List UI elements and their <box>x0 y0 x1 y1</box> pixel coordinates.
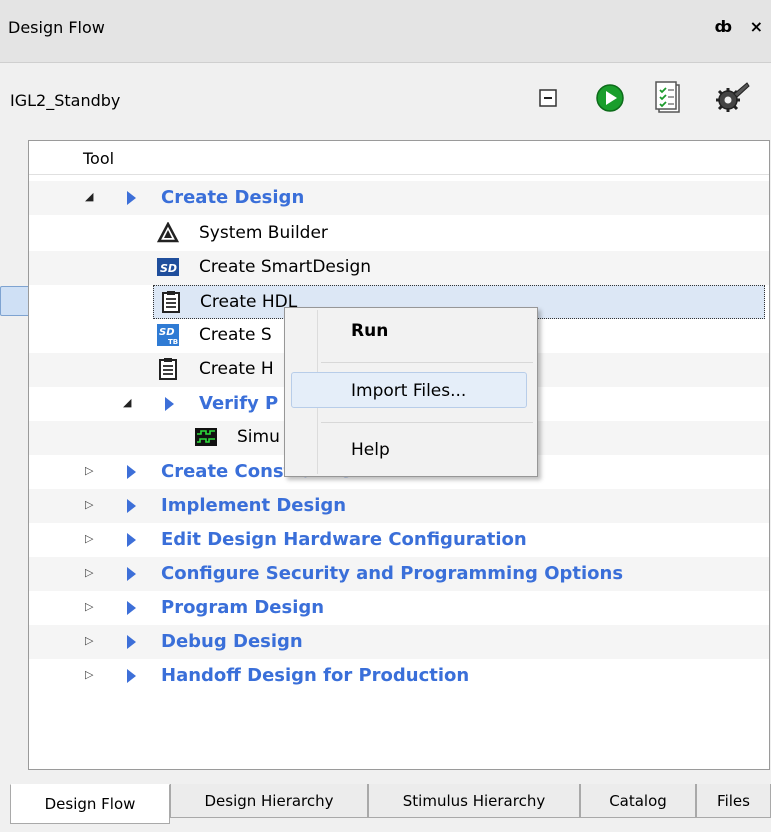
tree-header: Tool <box>29 141 769 175</box>
group-arrow-icon <box>127 465 136 479</box>
tree-row-group[interactable]: ▷ Edit Design Hardware Configuration <box>29 523 769 557</box>
expand-arrow-icon[interactable]: ▷ <box>85 532 93 545</box>
expand-arrow-icon[interactable]: ▷ <box>85 566 93 579</box>
toolbar: IGL2_Standby <box>0 63 771 135</box>
menu-separator <box>321 362 533 363</box>
panel-titlebar: Design Flow ȸ × <box>0 0 771 63</box>
group-label: Handoff Design for Production <box>161 665 470 686</box>
tool-label: System Builder <box>199 223 328 243</box>
expand-arrow-icon[interactable]: ▷ <box>85 464 93 477</box>
expand-arrow-icon[interactable]: ▷ <box>85 600 93 613</box>
group-arrow-icon <box>127 669 136 683</box>
tree-row-group[interactable]: ▷ Handoff Design for Production <box>29 659 769 693</box>
tool-label: Create HDL <box>200 292 298 312</box>
tree-row-group[interactable]: ▷ Configure Security and Programming Opt… <box>29 557 769 591</box>
tree-row-system-builder[interactable]: System Builder <box>29 217 769 251</box>
group-arrow-icon <box>127 567 136 581</box>
group-arrow-icon <box>165 397 174 411</box>
group-label: Implement Design <box>161 495 347 516</box>
simulate-icon <box>195 428 217 446</box>
tree-row-group[interactable]: ▷ Debug Design <box>29 625 769 659</box>
window-controls[interactable]: ȸ × <box>715 17 769 36</box>
project-name: IGL2_Standby <box>10 91 121 110</box>
svg-text:TB: TB <box>168 338 178 346</box>
group-label: Debug Design <box>161 631 303 652</box>
group-arrow-icon <box>127 601 136 615</box>
tool-label: Simu <box>237 427 280 447</box>
report-icon[interactable] <box>648 77 688 119</box>
system-builder-icon <box>157 222 179 243</box>
group-label: Edit Design Hardware Configuration <box>161 529 527 550</box>
menu-item-run[interactable]: Run <box>351 321 388 341</box>
tab-files[interactable]: Files <box>696 784 771 818</box>
run-icon[interactable] <box>590 77 630 119</box>
menu-item-import-files[interactable]: Import Files... <box>351 381 466 401</box>
group-arrow-icon <box>127 533 136 547</box>
tree-row-group[interactable]: ▷ Implement Design <box>29 489 769 523</box>
tab-design-flow[interactable]: Design Flow <box>10 784 170 824</box>
group-arrow-icon <box>127 499 136 513</box>
hdl-testbench-icon <box>159 358 177 380</box>
expand-arrow-icon[interactable]: ▷ <box>85 634 93 647</box>
group-label: Configure Security and Programming Optio… <box>161 563 624 584</box>
group-arrow-icon <box>127 191 136 205</box>
group-label: Verify P <box>199 393 279 414</box>
svg-text:SD: SD <box>160 262 177 275</box>
panel-title: Design Flow <box>8 18 105 37</box>
tool-label: Create SmartDesign <box>199 257 372 277</box>
tree-header-tool: Tool <box>83 149 115 168</box>
tree-row-group[interactable]: ▷ Program Design <box>29 591 769 625</box>
hdl-document-icon <box>162 291 180 313</box>
tree-row-create-design[interactable]: ◢ Create Design <box>29 181 769 215</box>
settings-icon[interactable] <box>712 77 752 119</box>
expand-arrow-icon[interactable]: ▷ <box>85 498 93 511</box>
tool-label: Create S <box>199 325 272 345</box>
menu-separator <box>321 422 533 423</box>
collapse-arrow-icon[interactable]: ◢ <box>123 396 131 409</box>
tool-label: Create H <box>199 359 274 379</box>
collapse-arrow-icon[interactable]: ◢ <box>85 190 93 203</box>
smartdesign-icon: SD <box>157 258 179 276</box>
menu-item-help[interactable]: Help <box>351 440 390 460</box>
bottom-tab-bar: Design Flow Design Hierarchy Stimulus Hi… <box>0 778 771 832</box>
group-label: Create Design <box>161 187 305 208</box>
context-menu: Run Import Files... Help <box>284 307 538 477</box>
tab-stimulus-hierarchy[interactable]: Stimulus Hierarchy <box>368 784 580 818</box>
tab-catalog[interactable]: Catalog <box>580 784 696 818</box>
svg-text:SD: SD <box>159 327 175 338</box>
tree-row-create-smartdesign[interactable]: SD Create SmartDesign <box>29 251 769 285</box>
group-label: Program Design <box>161 597 325 618</box>
collapse-icon[interactable] <box>528 77 568 119</box>
expand-arrow-icon[interactable]: ▷ <box>85 668 93 681</box>
sd-testbench-icon: SDTB <box>157 324 179 346</box>
group-arrow-icon <box>127 635 136 649</box>
tab-design-hierarchy[interactable]: Design Hierarchy <box>170 784 368 818</box>
